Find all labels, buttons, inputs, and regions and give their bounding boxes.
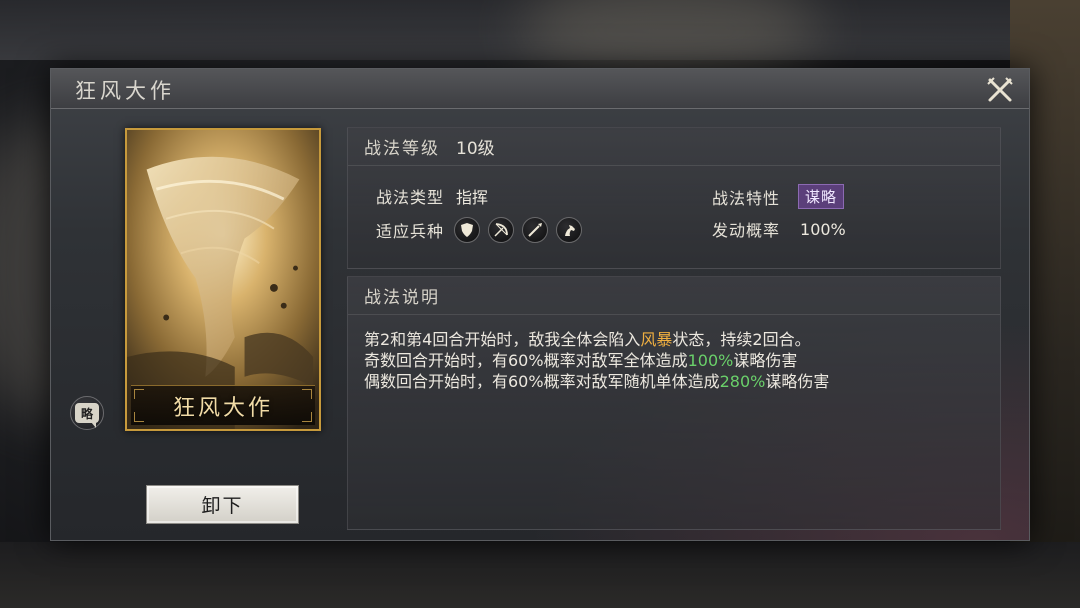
background-bottom-bar	[0, 542, 1080, 608]
troop-types-row: 适应兵种	[376, 217, 583, 243]
type-value: 指挥	[456, 188, 489, 207]
description-text-segment: 第2和第4回合开始时，敌我全体会陷入	[364, 330, 641, 349]
description-line: 偶数回合开始时，有60%概率对敌军随机单体造成280%谋略伤害	[364, 371, 984, 392]
spear-icon[interactable]	[522, 217, 549, 243]
level-header: 战法等级 10级	[348, 128, 1000, 166]
tactic-properties-panel: 战法等级 10级 战法类型 指挥 适应兵种 战法特性 谋略 发动概率 100%	[347, 127, 1001, 269]
plate-ornament	[134, 389, 144, 399]
description-header: 战法说明	[348, 277, 1000, 315]
troop-icon-list	[454, 217, 583, 243]
tactic-description-panel: 战法说明 第2和第4回合开始时，敌我全体会陷入风暴状态，持续2回合。 奇数回合开…	[347, 276, 1001, 530]
description-line: 奇数回合开始时，有60%概率对敌军全体造成100%谋略伤害	[364, 350, 984, 371]
trait-tag: 谋略	[798, 184, 845, 209]
strategy-badge-label: 略	[75, 403, 99, 428]
plate-ornament	[302, 389, 312, 399]
troops-label: 适应兵种	[376, 222, 445, 241]
description-text-segment: 谋略伤害	[733, 351, 798, 370]
close-button[interactable]	[983, 73, 1017, 107]
tactic-type-row: 战法类型 指挥	[376, 184, 488, 208]
rate-value: 100%	[800, 219, 846, 239]
damage-rate-value: 280%	[719, 372, 766, 391]
description-line: 第2和第4回合开始时，敌我全体会陷入风暴状态，持续2回合。	[364, 329, 984, 350]
plate-ornament	[302, 412, 312, 422]
plate-ornament	[134, 412, 144, 422]
description-text-segment: 谋略伤害	[765, 372, 830, 391]
level-label: 战法等级	[364, 139, 440, 159]
damage-rate-value: 100%	[687, 351, 734, 370]
horse-icon[interactable]	[556, 217, 583, 243]
activation-rate-row: 发动概率 100%	[712, 217, 846, 241]
strategy-type-badge[interactable]: 略	[70, 396, 104, 430]
description-text-segment: 偶数回合开始时，有60%概率对敌军随机单体造成	[364, 372, 720, 391]
rate-label: 发动概率	[712, 221, 781, 240]
tactic-detail-dialog: 狂风大作 狂风大作 略 卸下 战法等级 10级 战法类型 指挥 适应兵种 战法特…	[50, 68, 1030, 541]
type-label: 战法类型	[376, 188, 445, 207]
card-name: 狂风大作	[172, 395, 273, 421]
trait-label: 战法特性	[712, 188, 781, 208]
description-text-segment: 奇数回合开始时，有60%概率对敌军全体造成	[364, 351, 688, 370]
tactic-card[interactable]: 狂风大作	[125, 128, 321, 431]
unequip-button[interactable]: 卸下	[146, 485, 299, 524]
bow-icon[interactable]	[488, 217, 515, 243]
level-value: 10级	[456, 139, 495, 159]
description-title: 战法说明	[364, 288, 440, 308]
description-text-segment: 状态，持续2回合。	[672, 330, 811, 349]
description-text: 第2和第4回合开始时，敌我全体会陷入风暴状态，持续2回合。 奇数回合开始时，有6…	[364, 329, 984, 392]
card-name-plate: 狂风大作	[131, 385, 315, 425]
close-icon	[987, 77, 1013, 102]
dialog-header: 狂风大作	[51, 69, 1029, 109]
dialog-title: 狂风大作	[75, 79, 175, 103]
shield-icon[interactable]	[454, 217, 481, 243]
tactic-trait-row: 战法特性 谋略	[712, 184, 845, 209]
status-keyword[interactable]: 风暴	[640, 330, 672, 349]
